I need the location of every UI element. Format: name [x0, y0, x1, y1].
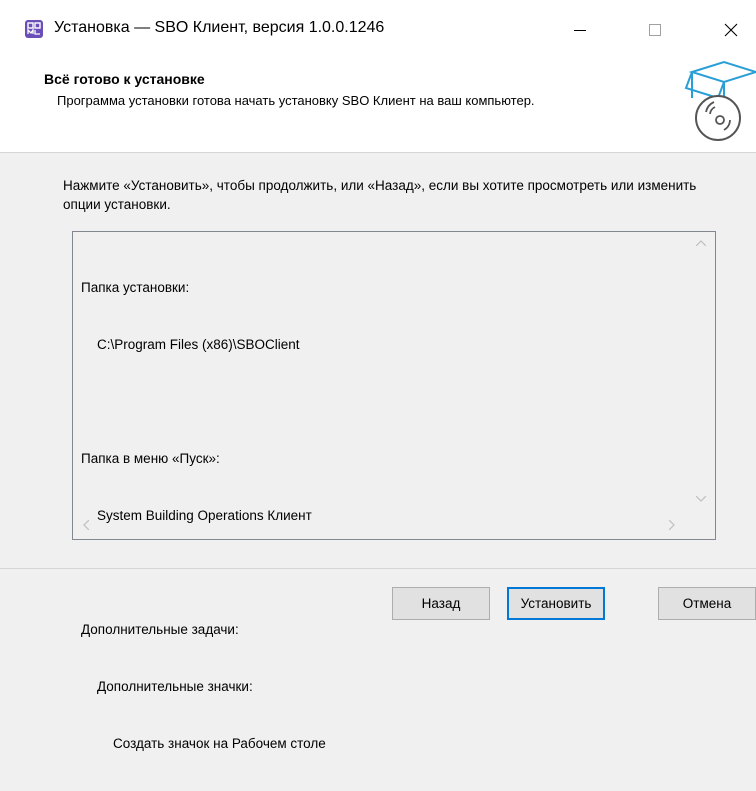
memo-line: Дополнительные значки:	[97, 679, 253, 694]
close-icon	[724, 23, 738, 37]
memo-line: Папка в меню «Пуск»:	[81, 451, 220, 466]
minimize-button[interactable]	[555, 0, 605, 60]
page-description: Программа установки готова начать устано…	[57, 93, 535, 108]
memo-line	[81, 392, 326, 411]
memo-line: Дополнительные задачи:	[81, 622, 239, 637]
cancel-button[interactable]: Отмена	[658, 587, 756, 620]
horizontal-scrollbar[interactable]	[73, 511, 687, 539]
close-button[interactable]	[706, 0, 756, 60]
title-bar: Установка — SBO Клиент, версия 1.0.0.124…	[0, 0, 756, 60]
install-button[interactable]: Установить	[507, 587, 605, 620]
minimize-icon	[574, 30, 586, 31]
scroll-up-icon[interactable]	[696, 240, 706, 246]
scroll-right-icon[interactable]	[669, 520, 675, 530]
memo-line	[81, 563, 326, 582]
memo-line: C:\Program Files (x86)\SBOClient	[97, 337, 300, 352]
memo-line: Создать значок на Рабочем столе	[113, 736, 326, 751]
vertical-scrollbar[interactable]	[687, 232, 715, 510]
scroll-down-icon[interactable]	[696, 496, 706, 502]
app-logo-icon	[25, 20, 43, 38]
wizard-header: Всё готово к установке Программа установ…	[0, 60, 756, 152]
page-title: Всё готово к установке	[44, 71, 205, 87]
ready-memo[interactable]: Папка установки: C:\Program Files (x86)\…	[72, 231, 716, 751]
maximize-button[interactable]	[630, 0, 680, 60]
footer-divider	[0, 568, 756, 569]
memo-line: Папка установки:	[81, 280, 190, 295]
scroll-left-icon[interactable]	[83, 520, 89, 530]
window-title: Установка — SBO Клиент, версия 1.0.0.124…	[54, 19, 385, 36]
back-button[interactable]: Назад	[392, 587, 490, 620]
header-divider	[0, 152, 756, 153]
setup-box-disc-icon	[684, 60, 756, 141]
maximize-icon	[649, 24, 661, 36]
instructions-text: Нажмите «Установить», чтобы продолжить, …	[63, 178, 697, 212]
